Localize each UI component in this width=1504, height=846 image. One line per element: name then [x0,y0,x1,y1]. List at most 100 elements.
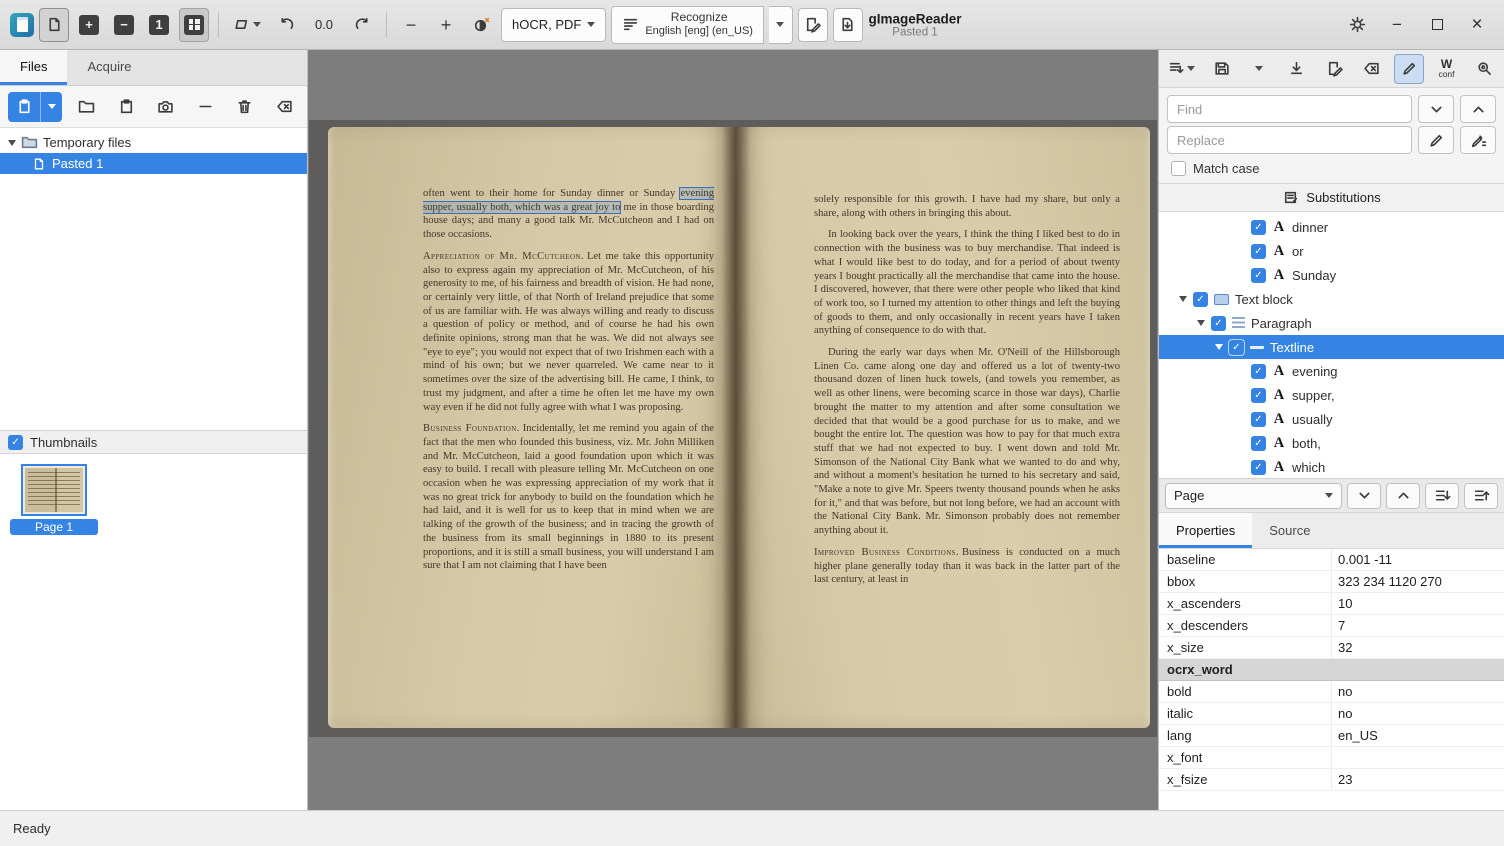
edit-page-button[interactable] [1319,54,1349,84]
settings-menu-button[interactable] [1346,14,1368,36]
remove-file-button[interactable] [190,92,220,122]
paste-options-chevron[interactable] [40,92,62,122]
word-checkbox[interactable] [1251,436,1266,451]
property-row[interactable]: x_fsize 23 [1159,769,1504,791]
hocr-paragraph-row[interactable]: Paragraph [1159,311,1504,335]
hocr-word-row[interactable]: A supper, [1159,383,1504,407]
save-icon [1213,60,1230,77]
expander-icon[interactable] [1215,344,1223,350]
expander-icon[interactable] [8,140,16,146]
preview-settings-button[interactable] [1469,54,1499,84]
grid-layout-button[interactable] [179,8,209,42]
hocr-word-row[interactable]: A which [1159,455,1504,478]
tab-files[interactable]: Files [0,50,67,85]
word-checkbox[interactable] [1251,460,1266,475]
prev-item-button[interactable] [1386,483,1420,509]
single-page-button[interactable]: 1 [144,8,174,42]
expander-icon[interactable] [1179,296,1187,302]
property-row[interactable]: baseline 0.001 -11 [1159,549,1504,571]
screenshot-button[interactable] [151,92,181,122]
rotate-mode-dropdown[interactable] [228,8,266,42]
batch-export-button[interactable] [833,8,863,42]
export-options-chevron[interactable] [1244,54,1274,84]
page-select[interactable]: Page [1165,483,1342,509]
open-hocr-dropdown[interactable] [1164,54,1199,84]
property-row[interactable]: x_descenders 7 [1159,615,1504,637]
tab-acquire[interactable]: Acquire [67,50,151,85]
block-checkbox[interactable] [1193,292,1208,307]
word-confidence-toggle[interactable]: W conf [1432,54,1462,84]
paste-split-button[interactable] [8,92,62,122]
delete-file-button[interactable] [230,92,260,122]
hocr-word-row[interactable]: A evening [1159,359,1504,383]
paste-clipboard-button[interactable] [111,92,141,122]
find-input[interactable] [1167,95,1412,123]
hocr-word-row[interactable]: A or [1159,239,1504,263]
word-checkbox[interactable] [1251,364,1266,379]
zoom-out-button[interactable]: − [396,8,426,42]
image-controls-button[interactable] [466,8,496,42]
property-row[interactable]: italic no [1159,703,1504,725]
recognize-language-dropdown[interactable] [769,6,793,44]
expander-icon[interactable] [1197,320,1205,326]
close-button[interactable]: × [1466,14,1488,36]
recognize-button[interactable]: Recognize English [eng] (en_US) [611,6,764,44]
thumbnail-page-1[interactable]: Page 1 [10,464,98,535]
word-checkbox[interactable] [1251,268,1266,283]
property-row[interactable]: bold no [1159,681,1504,703]
property-row[interactable]: bbox 323 234 1120 270 [1159,571,1504,593]
tree-item-pasted-1[interactable]: Pasted 1 [0,153,307,174]
word-checkbox[interactable] [1251,244,1266,259]
hocr-word-row[interactable]: A both, [1159,431,1504,455]
rotation-angle-spinner[interactable]: 0.0 [306,17,342,32]
substitutions-label: Substitutions [1306,190,1380,205]
clear-output-button[interactable] [1357,54,1387,84]
add-region-button[interactable]: + [74,8,104,42]
property-row[interactable]: lang en_US [1159,725,1504,747]
remove-region-button[interactable]: − [109,8,139,42]
navigate-target-button[interactable] [1282,54,1312,84]
replace-input[interactable] [1167,126,1412,154]
open-files-button[interactable] [72,92,102,122]
minimize-button[interactable]: − [1386,14,1408,36]
maximize-icon [1432,19,1443,30]
scanned-image[interactable]: often went to their home for Sunday dinn… [309,120,1157,737]
hocr-word-row[interactable]: A dinner [1159,215,1504,239]
rotate-right-button[interactable] [347,8,377,42]
find-replace-toggle[interactable] [1394,54,1424,84]
find-next-button[interactable] [1418,95,1454,123]
next-item-button[interactable] [1347,483,1381,509]
paste-image-button[interactable] [39,8,69,42]
hocr-textline-row-selected[interactable]: Textline [1159,335,1504,359]
word-checkbox[interactable] [1251,220,1266,235]
clear-files-button[interactable] [269,92,299,122]
tab-source[interactable]: Source [1252,513,1327,548]
ocr-mode-dropdown[interactable]: hOCR, PDF [501,8,606,42]
maximize-button[interactable] [1426,14,1448,36]
match-case-checkbox[interactable] [1171,161,1186,176]
thumbnails-checkbox[interactable] [8,435,23,450]
substitute-all-button[interactable] [1460,126,1496,154]
hocr-word-row[interactable]: A Sunday [1159,263,1504,287]
save-hocr-button[interactable] [1207,54,1237,84]
hocr-block-row[interactable]: Text block [1159,287,1504,311]
find-prev-button[interactable] [1460,95,1496,123]
property-row[interactable]: x_ascenders 10 [1159,593,1504,615]
tree-root-temporary-files[interactable]: Temporary files [0,132,307,153]
rotate-left-button[interactable] [271,8,301,42]
substitute-button[interactable] [1418,126,1454,154]
textline-checkbox[interactable] [1229,340,1244,355]
substitutions-button[interactable]: Substitutions [1159,183,1504,212]
expand-all-button[interactable] [1425,483,1459,509]
zoom-in-button[interactable]: + [431,8,461,42]
tab-properties[interactable]: Properties [1159,513,1252,548]
word-checkbox[interactable] [1251,388,1266,403]
property-row[interactable]: x_font [1159,747,1504,769]
property-row[interactable]: x_size 32 [1159,637,1504,659]
image-canvas[interactable]: often went to their home for Sunday dinn… [308,50,1158,810]
word-checkbox[interactable] [1251,412,1266,427]
collapse-all-button[interactable] [1464,483,1498,509]
paragraph-checkbox[interactable] [1211,316,1226,331]
output-editor-button[interactable] [798,8,828,42]
hocr-word-row[interactable]: A usually [1159,407,1504,431]
